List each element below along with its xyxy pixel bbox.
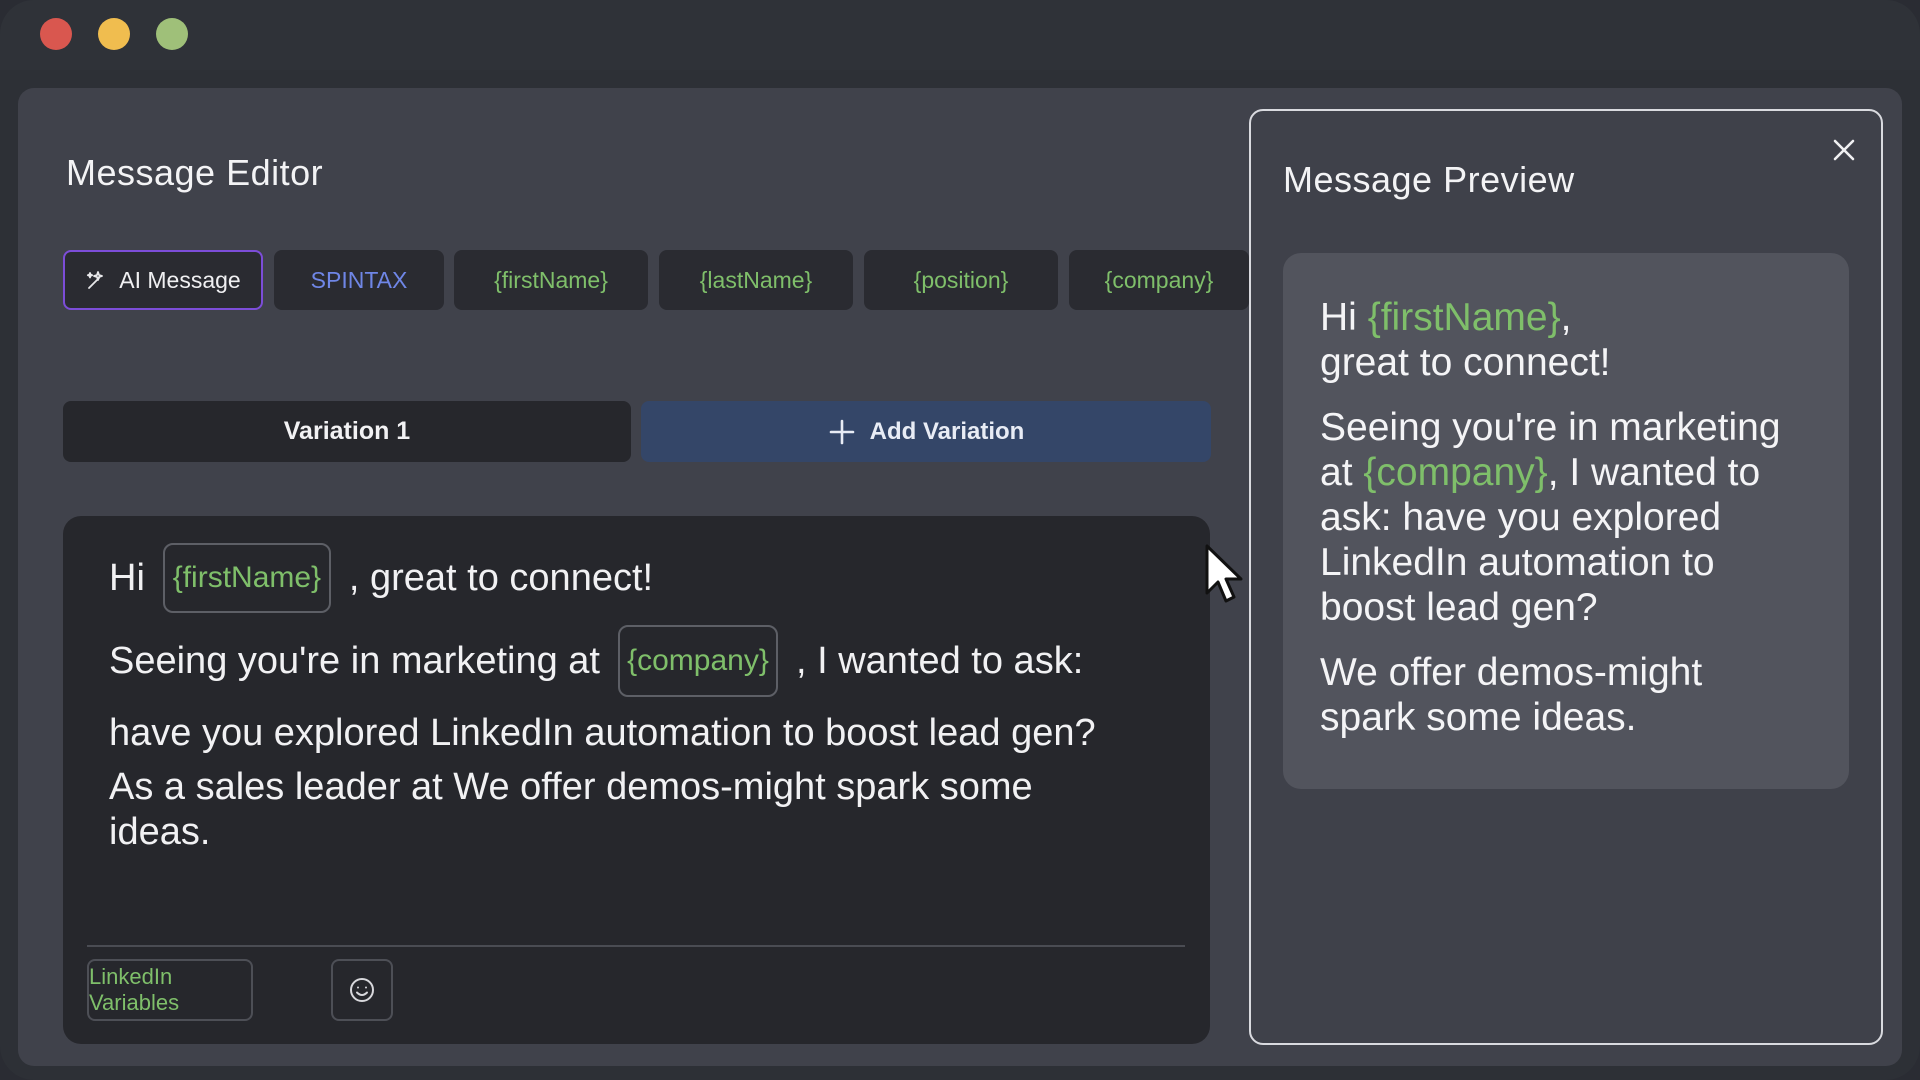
firstname-variable-token[interactable]: {firstName} [162,543,331,613]
add-variation-button[interactable]: Add Variation [641,401,1211,462]
position-variable-button[interactable]: {position} [864,250,1058,310]
ai-message-button[interactable]: AI Message [63,250,263,310]
title-bar [0,0,1920,70]
divider [87,945,1185,947]
message-line-4: As a sales leader at We offer demos-migh… [109,766,1033,808]
app-window: Message Editor AI Message SPINTAX {first… [0,0,1920,1080]
maximize-window-button[interactable] [156,18,188,50]
firstname-variable-button[interactable]: {firstName} [454,250,648,310]
preview-line: boost lead gen? [1320,586,1598,629]
smiley-icon [350,978,374,1002]
preview-line: at {company}, I wanted to [1320,450,1760,495]
preview-text: , [1560,296,1572,339]
company-variable-token[interactable]: {company} [617,625,778,697]
plus-icon [829,419,854,444]
message-text: , great to connect! [348,556,654,599]
preview-message-card: Hi {firstName}, great to connect! Seeing… [1283,253,1849,789]
add-variation-label: Add Variation [869,417,1025,445]
preview-line: ask: have you explored [1320,496,1722,539]
preview-line: great to connect! [1320,341,1611,384]
message-line-5: ideas. [109,811,211,853]
tab-variation-1[interactable]: Variation 1 [63,401,631,462]
message-line-3: have you explored LinkedIn automation to… [109,712,1096,754]
preview-firstname: {firstName} [1367,296,1561,339]
ai-message-label: AI Message [119,266,241,293]
company-variable-button[interactable]: {company} [1069,250,1249,310]
preview-line: Seeing you're in marketing [1320,406,1781,449]
preview-line: We offer demos-might [1320,651,1703,694]
preview-company: {company} [1363,451,1548,494]
preview-text: , I wanted to [1547,451,1761,494]
preview-line: Hi {firstName}, [1320,295,1571,340]
close-icon[interactable] [1829,135,1859,165]
preview-line: spark some ideas. [1320,696,1637,739]
message-text: Hi [109,556,145,599]
message-textarea[interactable]: Hi {firstName} , great to connect! Seein… [63,516,1210,1044]
message-text: Seeing you're in marketing at [109,639,600,682]
message-line-2: Seeing you're in marketing at {company} … [109,625,1083,697]
emoji-button[interactable] [331,959,393,1021]
message-line-1: Hi {firstName} , great to connect! [109,543,653,613]
preview-title: Message Preview [1283,159,1575,200]
preview-text: Hi [1320,296,1357,339]
message-text: , I wanted to ask: [795,639,1084,682]
preview-line: LinkedIn automation to [1320,541,1715,584]
minimize-window-button[interactable] [98,18,130,50]
linkedin-variables-button[interactable]: LinkedIn Variables [87,959,253,1021]
lastname-variable-button[interactable]: {lastName} [659,250,853,310]
message-preview-panel: Message Preview Hi {firstName}, great to… [1249,109,1883,1045]
editor-title: Message Editor [66,152,324,193]
preview-text: at [1320,451,1353,494]
magic-wand-icon [87,271,104,289]
mouse-cursor-icon [1205,544,1243,603]
spintax-button[interactable]: SPINTAX [274,250,444,310]
close-window-button[interactable] [40,18,72,50]
